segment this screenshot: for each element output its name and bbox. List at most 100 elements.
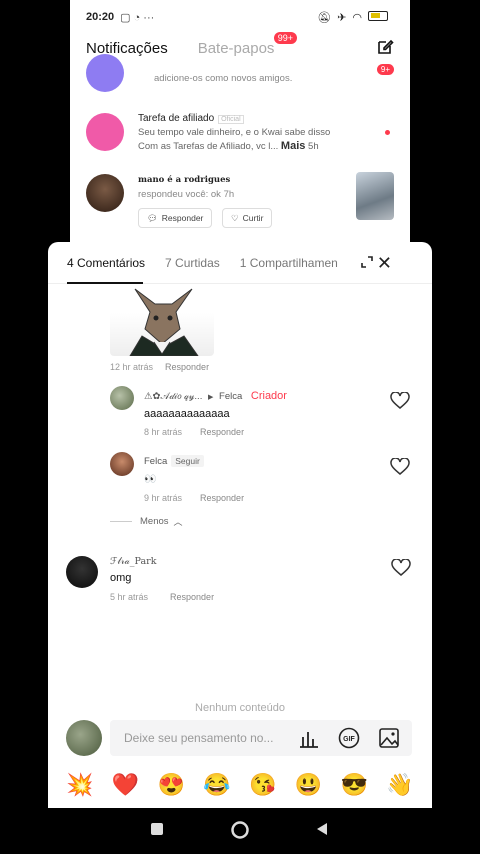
notification-row-reply[interactable]: mano é a rodrigues respondeu você: ok 7h… <box>70 172 410 232</box>
reply-2-header: Felca Seguir <box>144 455 204 467</box>
comment-2-text: omg <box>110 572 132 584</box>
chats-badge: 99+ <box>273 31 297 44</box>
comment-1-time: 12 hr atrás <box>110 362 154 372</box>
reply-2-name[interactable]: Felca <box>144 456 167 467</box>
affiliate-time: 5h <box>308 141 319 152</box>
close-icon[interactable]: ✕ <box>377 253 392 274</box>
back-icon[interactable] <box>315 822 329 836</box>
status-left-icons: ▢ ◔ ··· <box>120 11 155 24</box>
emoji-wave[interactable]: 👋 <box>386 762 432 808</box>
emoji-smile[interactable]: 😃 <box>295 762 341 808</box>
airplane-icon: ✈ <box>337 12 347 24</box>
emoji-bar: 💥 ❤️ 😍 😂 😘 😃 😎 👋 <box>48 762 432 808</box>
comment-1-reply[interactable]: Responder <box>165 362 209 372</box>
expand-icon[interactable] <box>360 255 374 269</box>
home-icon[interactable] <box>230 820 250 840</box>
svg-text:GIF: GIF <box>343 736 355 743</box>
less-label: Menos <box>140 516 169 527</box>
reply-time: 7h <box>223 189 235 200</box>
divider <box>110 521 132 522</box>
emoji-heart[interactable]: ❤️ <box>112 762 158 808</box>
notification-title: Tarefa de afiliado Oficial <box>138 113 244 124</box>
status-time: 20:20 <box>86 11 115 23</box>
emoji-heart-eyes[interactable]: 😍 <box>158 762 204 808</box>
like-button[interactable]: ♡ Curtir <box>222 208 273 228</box>
gif-icon[interactable]: GIF <box>338 727 360 749</box>
screen: 20:20 ▢ ◔ ··· 🔕︎ ✈ ◠ Notificações Bate-p… <box>0 0 480 854</box>
comment-2-reply[interactable]: Responder <box>170 592 214 602</box>
reply-1-reply[interactable]: Responder <box>200 427 244 437</box>
reply-1-time: 8 hr atrás <box>144 427 183 437</box>
reply-2-time: 9 hr atrás <box>144 493 183 503</box>
notifications-page: 20:20 ▢ ◔ ··· 🔕︎ ✈ ◠ Notificações Bate-p… <box>70 0 410 250</box>
comment-input-bar: Deixe seu pensamento no... GIF <box>48 712 432 762</box>
comment-1-meta: 12 hr atrás Responder <box>110 362 209 372</box>
user-avatar[interactable] <box>86 174 124 212</box>
wifi-icon: ◠ <box>352 12 362 24</box>
comment-2-time: 5 hr atrás <box>110 592 149 602</box>
heart-icon[interactable] <box>390 458 410 476</box>
reply-arrow-icon: ▶ <box>207 394 214 401</box>
affiliate-line2-text: Com as Tarefas de Afiliado, vc l... <box>138 141 279 152</box>
comment-input[interactable]: Deixe seu pensamento no... GIF <box>110 720 412 756</box>
reply-subtitle: respondeu você: ok 7h <box>138 189 234 200</box>
heart-icon[interactable] <box>391 559 411 577</box>
tab-chats[interactable]: Bate-papos 99+ <box>197 31 297 57</box>
comment-2-avatar[interactable] <box>66 556 98 588</box>
chart-icon[interactable] <box>298 727 320 749</box>
comment-image[interactable] <box>110 284 214 356</box>
notification-subtitle: adicione-os como novos amigos. <box>154 73 293 84</box>
recents-icon[interactable] <box>150 822 164 836</box>
emoji-sunglasses[interactable]: 😎 <box>341 762 387 808</box>
reply-1-to[interactable]: Felca <box>219 391 242 402</box>
more-link[interactable]: Mais <box>281 140 305 152</box>
notification-row-friends[interactable]: adicione-os como novos amigos. 9+ <box>70 54 410 94</box>
official-tag: Oficial <box>218 115 244 124</box>
compose-icon[interactable] <box>376 38 394 56</box>
tab-likes[interactable]: 7 Curtidas <box>165 256 220 270</box>
tab-shares[interactable]: 1 Compartilhamen <box>240 256 338 270</box>
comments-sheet: 4 Comentários 7 Curtidas 1 Compartilhame… <box>48 242 432 808</box>
affiliate-avatar-icon <box>86 113 124 151</box>
collapse-replies[interactable]: Menos ︿ <box>110 515 183 528</box>
reply-1-name[interactable]: ⚠︎✿𝒜𝒹𝒾𝑜 𝓆𝓎... <box>144 391 202 402</box>
reply-button-label: Responder <box>161 213 204 223</box>
tab-comments[interactable]: 4 Comentários <box>67 256 145 270</box>
like-button-label: Curtir <box>242 213 264 223</box>
tab-chats-label: Bate-papos <box>197 39 275 57</box>
status-bar: 20:20 ▢ ◔ ··· 🔕︎ ✈ ◠ <box>70 0 410 34</box>
notification-row-affiliate[interactable]: Tarefa de afiliado Oficial Seu tempo vale… <box>70 112 410 156</box>
affiliate-line1: Seu tempo vale dinheiro, e o Kwai sabe d… <box>138 127 331 138</box>
chat-icon: 💬︎ <box>147 212 158 223</box>
image-icon[interactable] <box>378 727 400 749</box>
hyena-drawing <box>129 288 199 356</box>
unread-dot <box>385 130 390 135</box>
status-right-icons: 🔕︎ ✈ ◠ <box>317 11 388 24</box>
chevron-up-icon: ︿ <box>173 517 183 527</box>
heart-icon: ♡ <box>231 212 239 223</box>
affiliate-line2: Com as Tarefas de Afiliado, vc l... Mais… <box>138 140 319 152</box>
reply-button[interactable]: 💬︎ Responder <box>138 208 213 228</box>
reply-user-name[interactable]: mano é a rodrigues <box>138 175 230 185</box>
video-thumbnail[interactable] <box>356 172 394 220</box>
reply-subtitle-text: respondeu você: ok <box>138 189 221 200</box>
reply-1-header: ⚠︎✿𝒜𝒹𝒾𝑜 𝓆𝓎... ▶ Felca Criador <box>144 390 287 402</box>
heart-icon[interactable] <box>390 392 410 410</box>
affiliate-title: Tarefa de afiliado <box>138 113 215 124</box>
reply-1-meta: 8 hr atrás Responder <box>144 427 244 437</box>
reply-2-meta: 9 hr atrás Responder <box>144 493 244 503</box>
creator-badge: Criador <box>250 390 287 402</box>
comment-2-name[interactable]: ℱ𝓁𝓇𝒶_Park <box>110 556 156 567</box>
reply-1-avatar[interactable] <box>110 386 134 410</box>
emoji-kiss[interactable]: 😘 <box>249 762 295 808</box>
follow-button[interactable]: Seguir <box>171 455 204 467</box>
comment-placeholder: Deixe seu pensamento no... <box>124 731 274 745</box>
reply-2-reply[interactable]: Responder <box>200 493 244 503</box>
mute-icon: 🔕︎ <box>317 12 332 24</box>
reply-1-text: aaaaaaaaaaaaaa <box>144 408 230 420</box>
comment-2-meta: 5 hr atrás Responder <box>110 592 214 602</box>
system-navigation-bar <box>0 808 480 854</box>
reply-2-avatar[interactable] <box>110 452 134 476</box>
emoji-joy[interactable]: 😂 <box>203 762 249 808</box>
emoji-explosion[interactable]: 💥 <box>66 762 112 808</box>
